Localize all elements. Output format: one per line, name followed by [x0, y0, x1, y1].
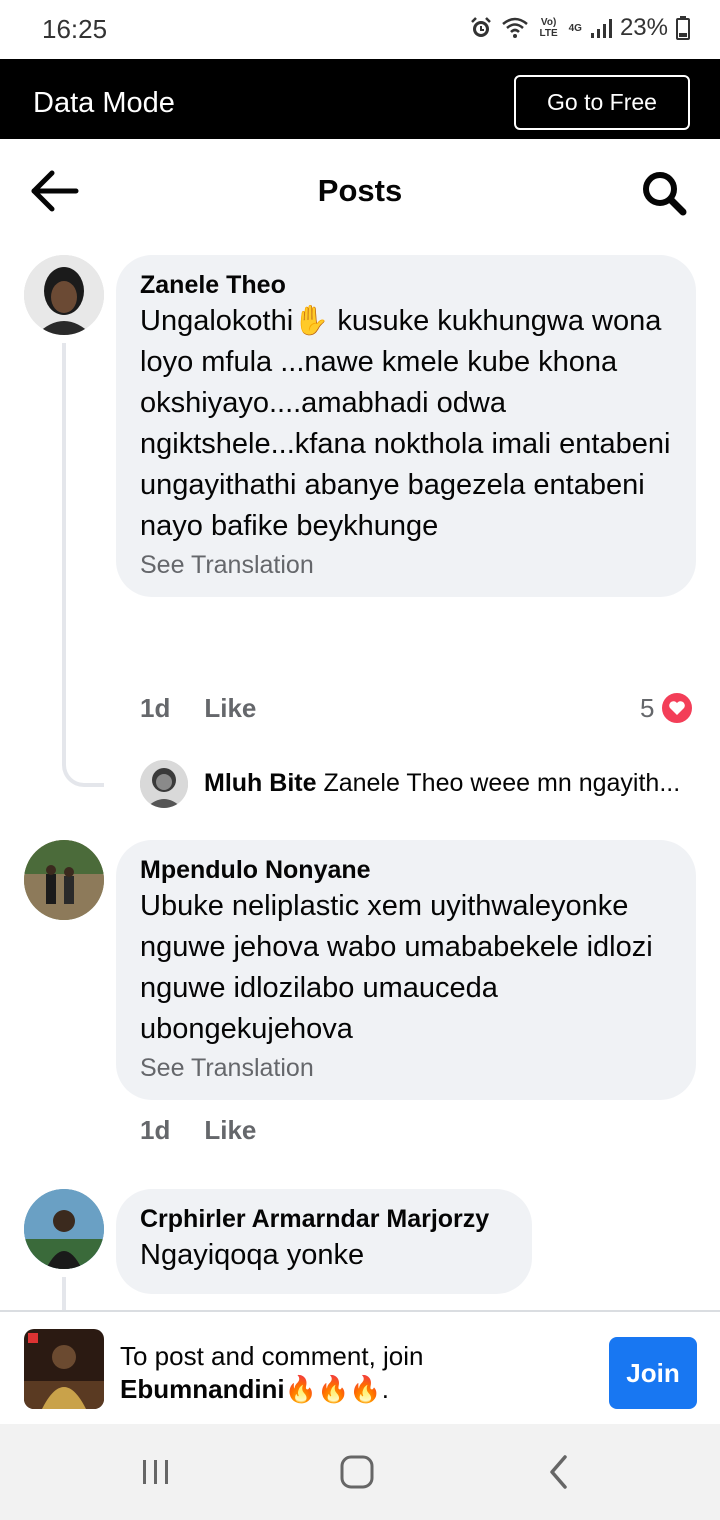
- data-mode-title: Data Mode: [33, 87, 175, 119]
- reaction-count[interactable]: 5: [640, 691, 695, 725]
- data-mode-bar: Data Mode Go to Free: [0, 59, 720, 139]
- comment-text: Ungalokothi✋ kusuke kukhungwa wona loyo …: [140, 305, 671, 542]
- comment-bubble[interactable]: Crphirler Armarndar Marjorzy Ngayiqoqa y…: [116, 1189, 532, 1294]
- comment-author[interactable]: Mpendulo Nonyane: [140, 854, 672, 886]
- like-button[interactable]: Like: [204, 1115, 256, 1146]
- see-translation-link[interactable]: See Translation: [140, 1050, 672, 1086]
- reply-preview[interactable]: Mluh Bite Zanele Theo weee mn ngayith...: [204, 769, 680, 798]
- reaction-number: 5: [640, 692, 655, 723]
- avatar[interactable]: [24, 840, 104, 920]
- home-icon[interactable]: [333, 1452, 381, 1492]
- comment-actions: 1d Like: [140, 1115, 256, 1146]
- join-prompt-text: To post and comment, join: [120, 1341, 424, 1371]
- like-button[interactable]: Like: [204, 693, 256, 724]
- volte-indicator: Vo) LTE: [539, 17, 558, 39]
- love-reaction-icon: [660, 691, 695, 725]
- network-type: 4G: [568, 22, 582, 34]
- battery-level: 23%: [619, 14, 668, 41]
- battery-icon: [676, 16, 690, 40]
- reply-author[interactable]: Mluh Bite: [204, 769, 317, 797]
- see-translation-link[interactable]: See Translation: [140, 547, 672, 583]
- thread-line: [62, 1277, 66, 1310]
- recent-apps-icon[interactable]: [132, 1452, 180, 1492]
- join-prompt-suffix: .: [381, 1374, 390, 1404]
- comment-bubble[interactable]: Mpendulo Nonyane Ubuke neliplastic xem u…: [116, 840, 696, 1100]
- comment-author[interactable]: Crphirler Armarndar Marjorzy: [140, 1203, 508, 1235]
- page-title: Posts: [317, 173, 403, 208]
- comment-time: 1d: [140, 693, 171, 723]
- comment-text: Ubuke neliplastic xem uyithwaleyonke ngu…: [140, 890, 653, 1045]
- reply-text: Zanele Theo weee mn ngayith...: [323, 769, 681, 797]
- avatar[interactable]: [24, 255, 104, 335]
- comment-actions: 1d Like: [140, 693, 256, 724]
- join-button[interactable]: Join: [609, 1337, 697, 1409]
- avatar[interactable]: [140, 760, 188, 808]
- comment-author[interactable]: Zanele Theo: [140, 269, 672, 301]
- group-thumbnail[interactable]: [24, 1329, 104, 1409]
- avatar[interactable]: [24, 1189, 104, 1269]
- system-nav-bar: [0, 1424, 720, 1520]
- status-icons: Vo) LTE 4G 23%: [469, 14, 690, 42]
- page-header: Posts: [0, 139, 720, 245]
- back-icon[interactable]: [535, 1452, 583, 1492]
- go-to-free-button[interactable]: Go to Free: [514, 75, 690, 130]
- join-prompt: To post and comment, join Ebumnandini🔥🔥🔥…: [120, 1340, 424, 1406]
- comment-text: Ngayiqoqa yonke: [140, 1239, 365, 1271]
- comment-bubble[interactable]: Zanele Theo Ungalokothi✋ kusuke kukhungw…: [116, 255, 696, 597]
- comment-time: 1d: [140, 1115, 171, 1145]
- status-bar: 16:25 Vo) LTE 4G 23%: [0, 0, 720, 59]
- signal-icon: [590, 17, 612, 39]
- thread-connector: [62, 725, 104, 787]
- status-time: 16:25: [42, 14, 108, 44]
- wifi-icon: [501, 16, 529, 40]
- thread-line: [62, 343, 66, 743]
- alarm-icon: [469, 16, 493, 40]
- comments-feed[interactable]: Zanele Theo Ungalokothi✋ kusuke kukhungw…: [0, 245, 720, 1310]
- group-name[interactable]: Ebumnandini🔥🔥🔥: [120, 1374, 382, 1404]
- search-icon[interactable]: [640, 169, 688, 217]
- join-group-bar: To post and comment, join Ebumnandini🔥🔥🔥…: [0, 1310, 720, 1424]
